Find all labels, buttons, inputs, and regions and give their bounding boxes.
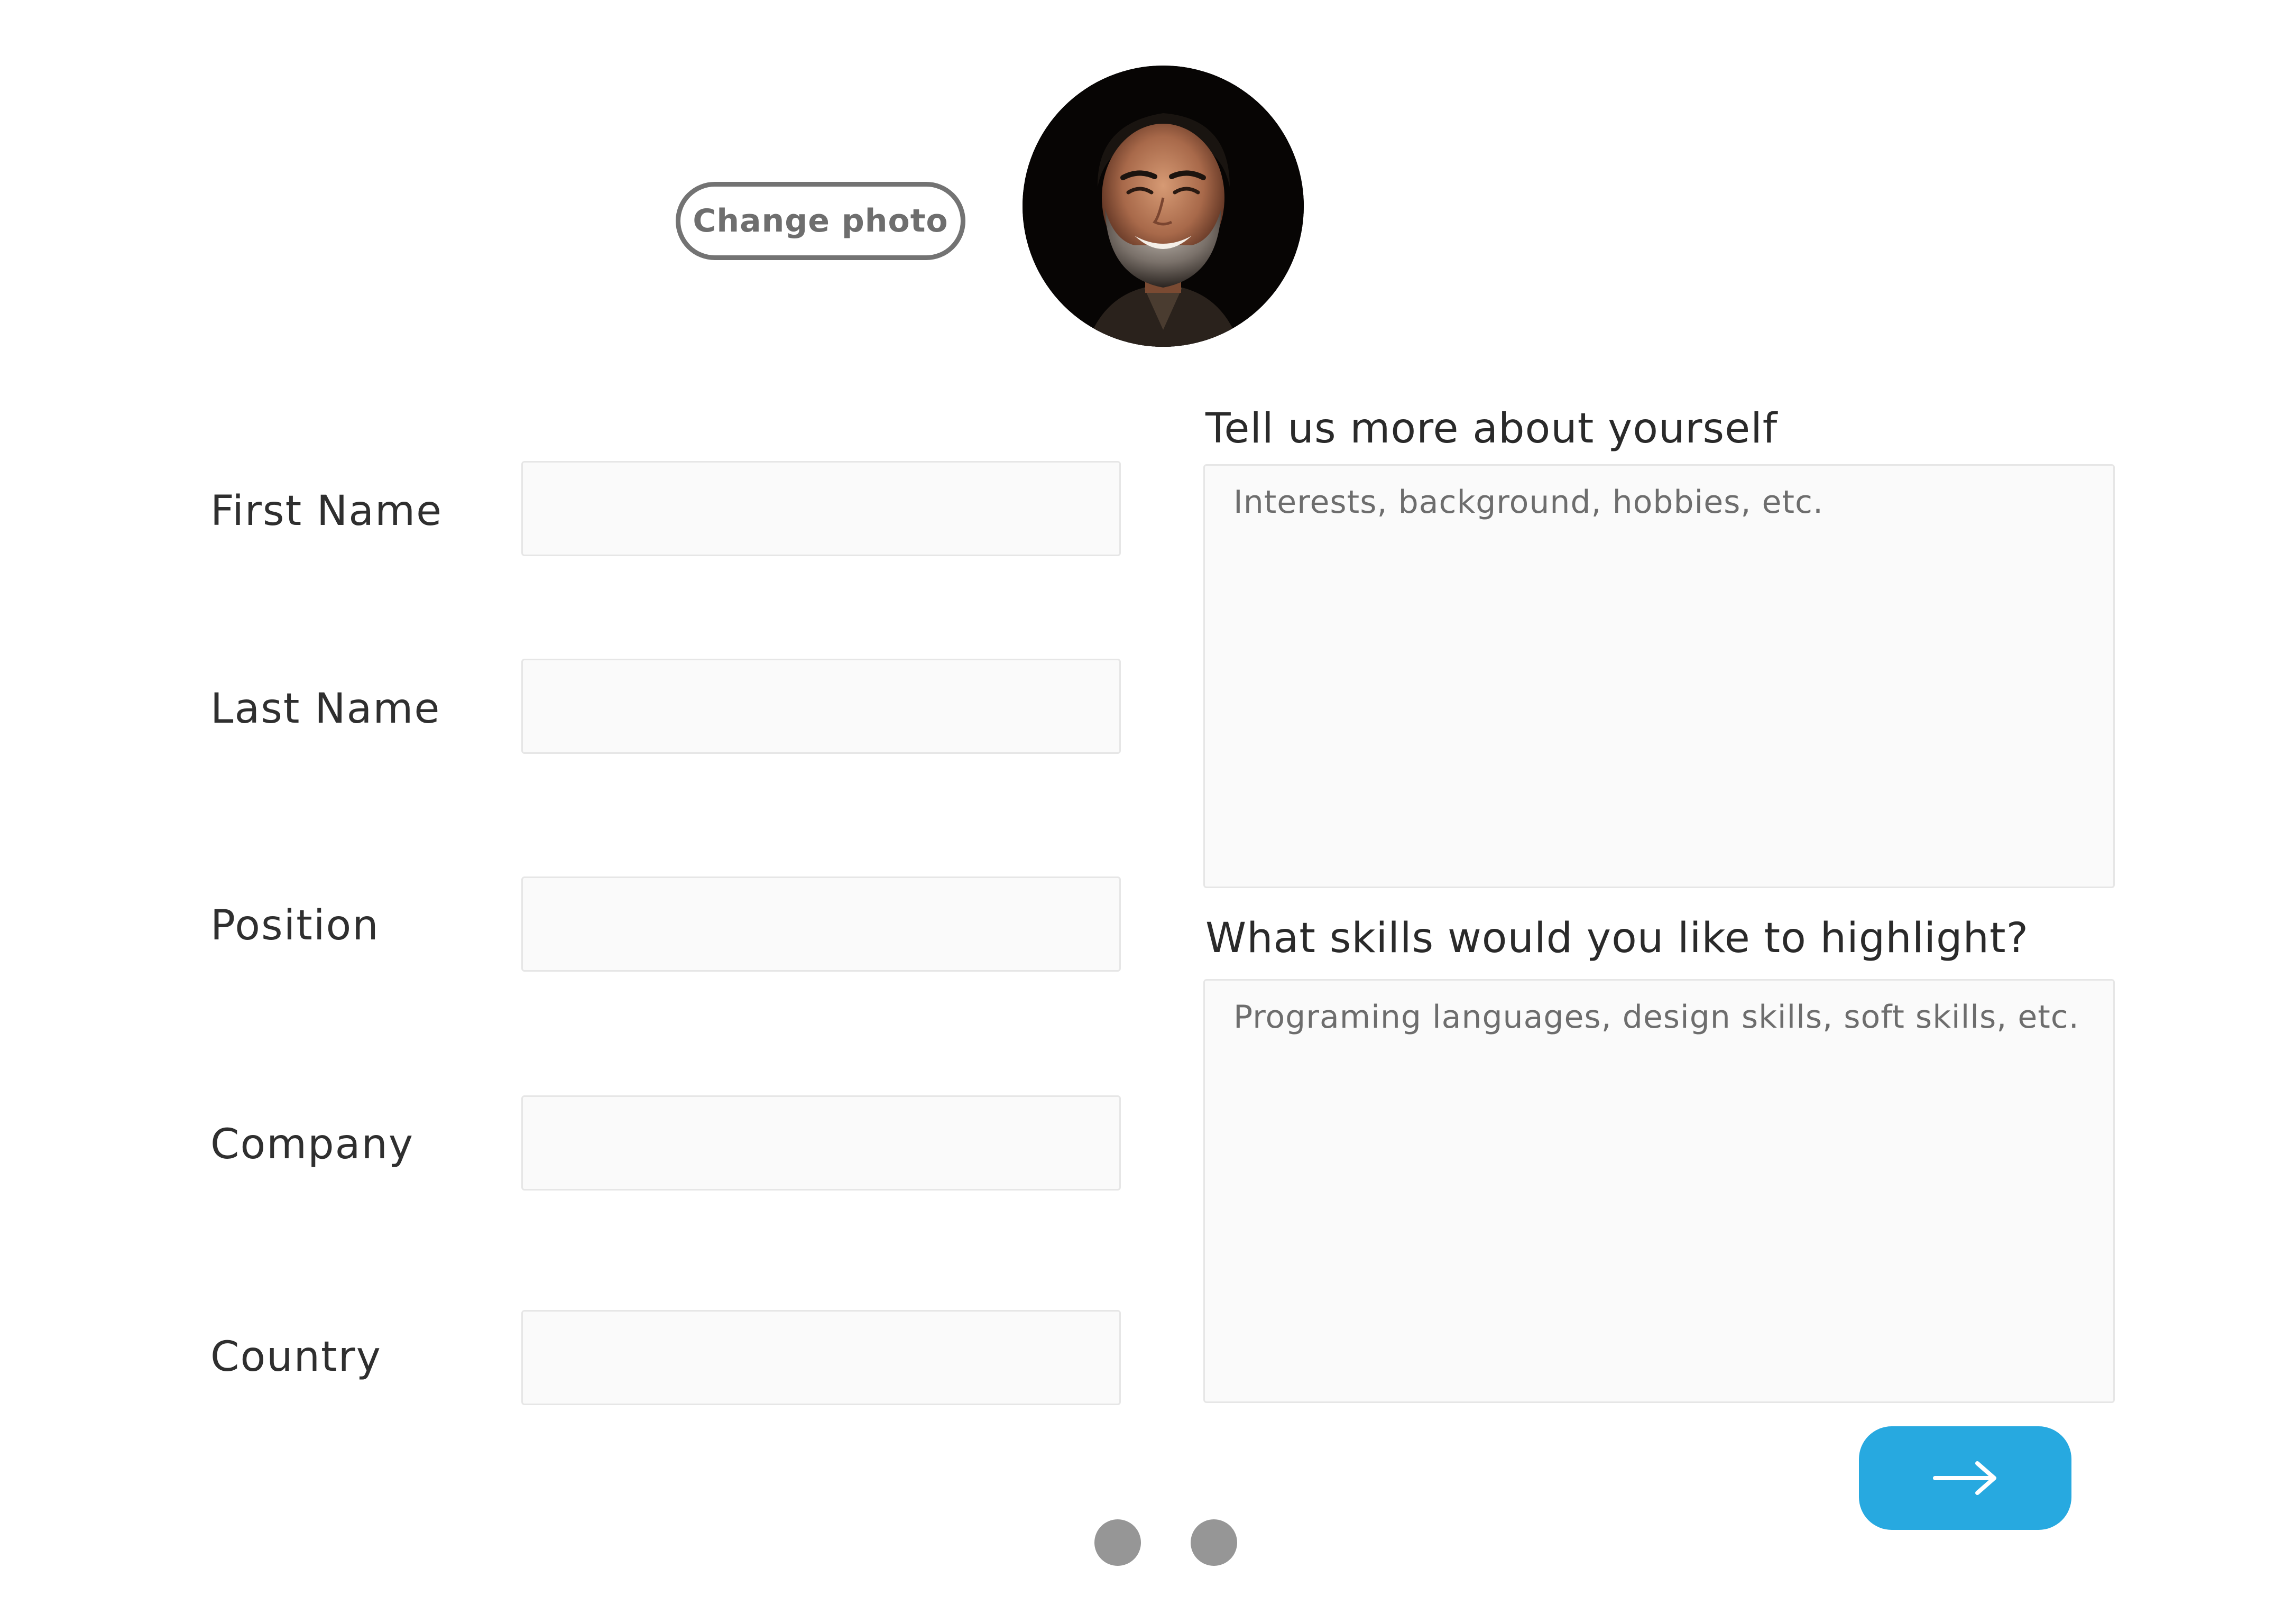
first-name-label: First Name [210,487,443,535]
about-heading: Tell us more about yourself [1205,405,1778,453]
company-input[interactable] [521,1095,1121,1191]
last-name-label: Last Name [210,685,441,733]
position-input[interactable] [521,876,1121,972]
avatar [1023,66,1304,347]
country-input[interactable] [521,1310,1121,1405]
skills-textarea[interactable] [1203,979,2115,1403]
arrow-right-icon [1933,1461,1996,1495]
first-name-input[interactable] [521,461,1121,556]
next-button[interactable] [1859,1426,2071,1530]
about-textarea[interactable] [1203,464,2115,888]
pagination-dot-1[interactable] [1094,1519,1141,1566]
country-label: Country [210,1333,382,1381]
avatar-image [1023,66,1304,347]
position-label: Position [210,902,380,949]
company-label: Company [210,1121,415,1168]
last-name-input[interactable] [521,659,1121,754]
change-photo-button[interactable]: Change photo [676,182,965,260]
skills-heading: What skills would you like to highlight? [1205,915,2029,962]
pagination-dot-2[interactable] [1191,1519,1237,1566]
